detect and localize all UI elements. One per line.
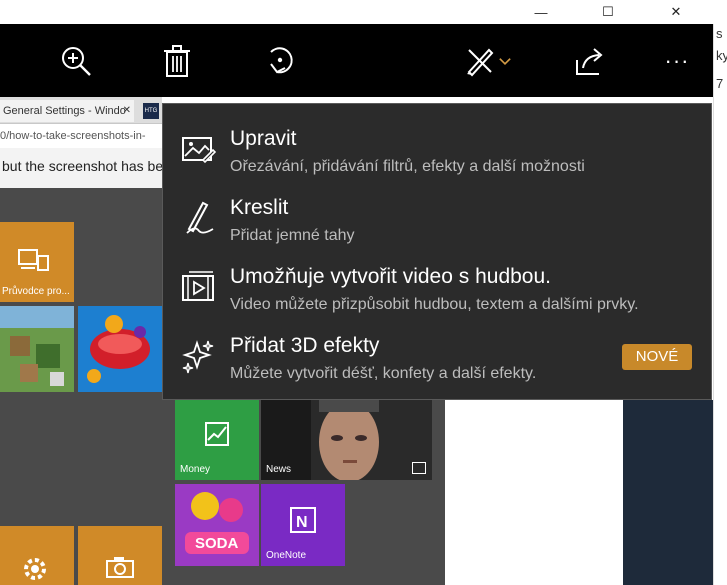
gear-icon (24, 558, 46, 580)
menu-item-title: Upravit (230, 127, 297, 150)
zoom-in-icon (62, 46, 91, 76)
menu-item-kreslit[interactable]: Kreslit Přidat jemné tahy (163, 187, 711, 255)
onenote-icon: N (290, 507, 316, 533)
soda-logo-text: SODA (195, 535, 239, 552)
new-badge: NOVÉ (622, 344, 692, 370)
more-icon: ··· (664, 47, 690, 73)
minimize-button[interactable]: — (518, 0, 564, 24)
address-bar[interactable]: 0/how-to-take-screenshots-in- (0, 124, 162, 149)
menu-item-subtitle: Přidat jemné tahy (230, 227, 355, 244)
menu-item-title: Umožňuje vytvořit video s hudbou. (230, 265, 551, 288)
candy-icon (78, 306, 162, 392)
devices-icon (18, 249, 49, 271)
soda-icon (175, 484, 259, 566)
tile-pruvodce[interactable]: Průvodce pro... (0, 222, 74, 302)
tile-candy-crush[interactable] (78, 306, 162, 392)
edit-create-icon (467, 48, 494, 76)
tile-onenote[interactable]: N OneNote (261, 484, 345, 566)
browser-tab[interactable]: General Settings - Windo ✕ (0, 100, 134, 122)
share-icon (576, 47, 603, 75)
menu-item-title: Kreslit (230, 196, 289, 219)
tile-news[interactable]: News (261, 398, 432, 480)
menu-item-subtitle: Můžete vytvořit déšť, konfety a další ef… (230, 365, 537, 382)
tile-money[interactable]: Money (175, 398, 259, 480)
sparkle-icon (182, 340, 214, 374)
edge-text: ky (716, 48, 727, 63)
edit-create-button[interactable] (450, 24, 526, 97)
page-text: but the screenshot has be (2, 158, 164, 174)
camera-icon (106, 557, 134, 578)
menu-item-title: Přidat 3D efekty (230, 334, 380, 357)
trash-icon (164, 44, 190, 77)
photo-area (445, 400, 623, 585)
tile-label: OneNote (266, 550, 307, 561)
minecraft-image (0, 306, 74, 392)
menu-item-subtitle: Video můžete přizpůsobit hudbou, textem … (230, 296, 639, 313)
zoom-button[interactable] (52, 24, 100, 97)
tile-settings[interactable] (0, 526, 74, 585)
title-bar: — ☐ ✕ (0, 0, 727, 24)
close-icon: ✕ (670, 4, 682, 19)
tile-camera[interactable] (78, 526, 162, 585)
share-button[interactable] (566, 24, 614, 97)
edge-text: s (716, 26, 723, 41)
close-window-button[interactable]: ✕ (653, 0, 699, 24)
browser-tab-strip: General Settings - Windo ✕ HTG (0, 97, 162, 124)
chevron-down-icon (499, 57, 511, 65)
edit-image-icon (182, 137, 217, 164)
minimize-icon: — (534, 4, 548, 20)
maximize-button[interactable]: ☐ (585, 0, 631, 24)
tile-label: Průvodce pro... (2, 286, 70, 297)
draw-icon (186, 201, 214, 234)
edit-create-menu: Upravit Ořezávání, přidávání filtrů, efe… (162, 103, 712, 400)
menu-item-upravit[interactable]: Upravit Ořezávání, přidávání filtrů, efe… (163, 118, 711, 186)
rotate-icon (270, 46, 293, 73)
tile-minecraft[interactable] (0, 306, 74, 392)
edge-text: 7 (716, 76, 724, 91)
tile-label: Money (180, 464, 211, 475)
tile-candy-crush-soda[interactable]: SODA (175, 484, 259, 566)
maximize-icon: ☐ (602, 4, 614, 19)
menu-item-video[interactable]: Umožňuje vytvořit video s hudbou. Video … (163, 256, 711, 324)
delete-button[interactable] (153, 24, 201, 97)
photos-toolbar: ··· (0, 24, 713, 97)
chart-icon (205, 422, 229, 446)
more-button[interactable]: ··· (655, 24, 699, 97)
tab-title: General Settings - Windo (3, 105, 126, 117)
tab-favicon[interactable]: HTG (143, 103, 159, 119)
tile-label: News (266, 464, 292, 475)
photo-dark-panel (623, 400, 713, 585)
news-badge-icon (412, 462, 426, 474)
rotate-button[interactable] (256, 24, 304, 97)
favicon-text: HTG (144, 108, 158, 114)
video-icon (182, 271, 214, 301)
url-text: 0/how-to-take-screenshots-in- (0, 130, 146, 142)
close-tab-icon[interactable]: ✕ (123, 100, 131, 122)
svg-text:N: N (296, 514, 308, 531)
background-window-edge: ele s ky 7 (713, 24, 727, 585)
menu-item-subtitle: Ořezávání, přidávání filtrů, efekty a da… (230, 158, 585, 175)
